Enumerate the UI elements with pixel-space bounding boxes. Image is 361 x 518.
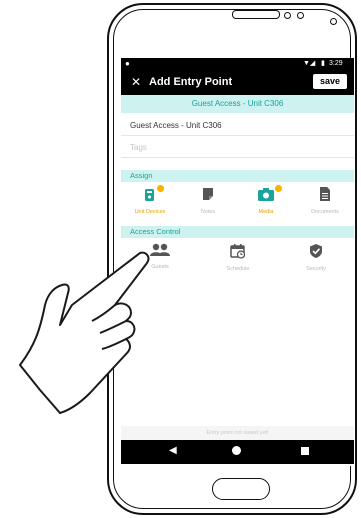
schedule-label: Schedule: [226, 266, 250, 272]
wifi-icon: ▼◢: [303, 60, 316, 67]
documents-tile[interactable]: Documents: [296, 186, 354, 215]
unit-devices-badge: [157, 185, 164, 192]
document-icon: [320, 187, 330, 201]
back-icon[interactable]: ◀: [169, 445, 177, 456]
assign-header: Assign: [121, 170, 354, 182]
unit-devices-tile[interactable]: Unit Devices: [121, 185, 179, 215]
camera-dot: [330, 18, 337, 25]
page-title: Add Entry Point: [149, 76, 233, 88]
security-tile[interactable]: Security: [287, 243, 345, 272]
home-button[interactable]: [212, 478, 270, 500]
sensor-dot: [297, 12, 304, 19]
save-button[interactable]: save: [313, 74, 347, 89]
media-tile[interactable]: Media: [237, 185, 295, 215]
entry-point-banner: Guest Access - Unit C306: [121, 95, 354, 113]
unsaved-notice: Entry point not saved yet!: [121, 426, 354, 440]
note-icon: [203, 188, 213, 200]
security-label: Security: [306, 266, 326, 272]
status-time: 3:29: [329, 60, 343, 67]
notes-label: Notes: [200, 209, 216, 215]
notes-tile[interactable]: Notes: [179, 186, 237, 215]
speaker-grille: [232, 10, 280, 19]
shield-icon: [310, 244, 322, 258]
media-badge: [275, 185, 282, 192]
tags-field[interactable]: Tags: [121, 137, 354, 158]
home-nav-icon[interactable]: [232, 446, 241, 455]
status-bar: ● ▼◢ ▮ 3:29: [121, 58, 354, 70]
documents-label: Documents: [311, 209, 339, 215]
app-bar: ✕ Add Entry Point save: [121, 70, 354, 95]
unit-devices-label: Unit Devices: [134, 209, 166, 215]
navigation-bar: ◀: [121, 440, 354, 464]
device-icon: [145, 189, 154, 201]
battery-icon: ▮: [321, 60, 325, 67]
schedule-tile[interactable]: Schedule: [209, 243, 267, 272]
close-icon[interactable]: ✕: [131, 75, 141, 89]
recents-icon[interactable]: [301, 447, 309, 455]
access-control-header: Access Control: [121, 226, 354, 238]
calendar-icon: [230, 244, 246, 259]
sensor-dot: [284, 12, 291, 19]
pointing-hand-illustration: [19, 251, 150, 414]
name-field[interactable]: Guest Access - Unit C306: [121, 115, 354, 136]
media-label: Media: [258, 209, 274, 215]
camera-icon: [258, 188, 274, 201]
notification-icon: ●: [125, 59, 130, 68]
